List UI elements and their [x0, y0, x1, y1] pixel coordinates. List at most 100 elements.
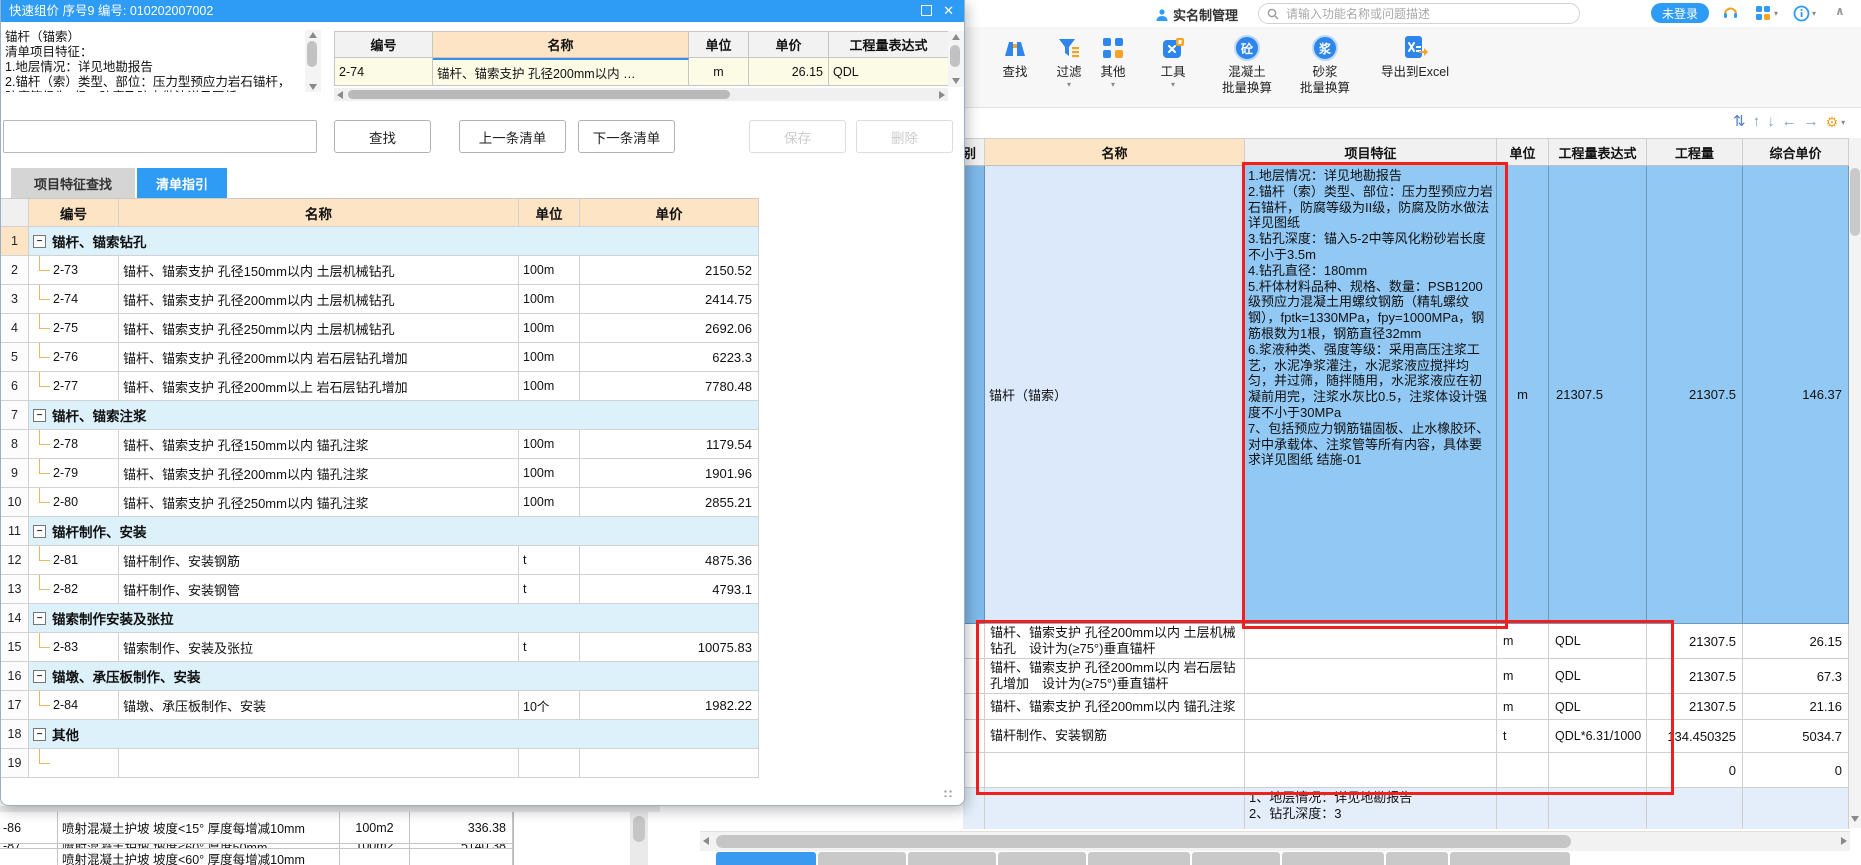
close-icon[interactable]: ✕ — [943, 2, 954, 20]
name-cell[interactable]: 锚杆、锚索支护 孔径150mm以内 土层机械钻孔 — [119, 256, 519, 285]
unit-cell[interactable]: t — [519, 633, 580, 662]
name-cell[interactable]: 锚杆、锚索支护 孔径200mm以内 岩石层钻孔增加 — [119, 343, 519, 372]
col-header-partial[interactable]: 别 — [963, 139, 985, 166]
code-cell[interactable]: 2-73 — [29, 256, 119, 285]
name-cell[interactable]: 喷射混凝土护坡 坡度<15° 厚度每增减10mm — [58, 812, 340, 844]
rownum-cell[interactable]: 15 — [1, 633, 29, 662]
rownum-cell[interactable]: 7 — [1, 401, 29, 430]
price-cell[interactable]: 7780.48 — [580, 372, 759, 401]
tab-feature-search[interactable]: 项目特征查找 — [11, 168, 135, 198]
dialog-title-bar[interactable]: 快速组价 序号9 编号: 010202007002 ✕ — [1, 0, 964, 22]
bill-qty-cell[interactable] — [1647, 788, 1743, 829]
table-row[interactable]: 12 −锚杆制作、安装钢筋 2-81 锚杆制作、安装钢筋 t 4875.36 — [1, 546, 759, 575]
col-header-name[interactable]: 名称 — [433, 32, 689, 58]
tools-button[interactable]: 工具 ▾ — [1151, 32, 1195, 90]
group-name-cell[interactable]: −锚杆、锚索注浆 — [29, 401, 759, 430]
quota-row[interactable]: 锚杆制作、安装钢筋 t QDL*6.31/1000 134.450325 503… — [963, 720, 1849, 753]
scroll-down-icon[interactable] — [309, 84, 317, 90]
name-cell[interactable]: 锚杆制作、安装钢筋 — [119, 546, 519, 575]
group-name-cell[interactable]: −锚索制作安装及张拉 — [29, 604, 759, 633]
code-cell[interactable]: 2-78 — [29, 430, 119, 459]
bill-price-cell[interactable] — [1743, 788, 1849, 829]
unit-cell[interactable]: 100m — [519, 343, 580, 372]
price-cell[interactable]: 2150.52 — [580, 256, 759, 285]
table-row[interactable]: 11 −锚杆制作、安装 锚杆制作、安装 — [1, 517, 759, 546]
unit-cell[interactable]: 100m2 — [340, 812, 410, 844]
quota-unit-cell[interactable]: m — [1497, 694, 1549, 720]
unit-cell[interactable]: 100m — [519, 372, 580, 401]
collapse-minus-icon[interactable]: − — [33, 612, 46, 625]
code-cell[interactable]: -86 — [0, 812, 58, 844]
find-button[interactable]: 查找 — [334, 120, 431, 153]
quota-qty-cell[interactable]: 134.450325 — [1647, 720, 1743, 753]
rownum-cell[interactable]: 16 — [1, 662, 29, 691]
bill-unit-cell[interactable] — [1497, 788, 1549, 829]
col-header-unit[interactable]: 单位 — [689, 32, 749, 58]
quota-row[interactable]: 锚杆、锚索支护 孔径200mm以内 锚孔注浆 m QDL 21307.5 21.… — [963, 694, 1849, 720]
col-header-name[interactable]: 名称 — [985, 139, 1245, 166]
col-header-code[interactable]: 编号 — [335, 32, 433, 58]
unit-cell[interactable]: 100m — [519, 430, 580, 459]
rownum-cell[interactable]: 6 — [1, 372, 29, 401]
quota-feature-cell[interactable] — [1245, 720, 1497, 753]
col-header-price[interactable]: 单价 — [749, 32, 829, 58]
name-cell[interactable]: 喷射混凝土护坡 坡度<60° 厚度每增减10mm — [58, 849, 340, 865]
quota-price-cell[interactable]: 21.16 — [1743, 694, 1849, 720]
collapse-minus-icon[interactable]: − — [33, 670, 46, 683]
rownum-cell[interactable]: 1 — [1, 227, 29, 256]
unit-cell[interactable]: m — [689, 58, 749, 86]
global-search-box[interactable] — [1258, 3, 1580, 24]
prev-bill-button[interactable]: 上一条清单 — [459, 120, 566, 153]
name-cell[interactable]: 锚杆、锚索支护 孔径200mm以内 锚孔注浆 — [119, 459, 519, 488]
scroll-left-icon[interactable] — [337, 91, 343, 99]
unit-cell[interactable]: 100m — [519, 459, 580, 488]
scroll-up-icon[interactable] — [952, 34, 960, 40]
code-cell[interactable]: 2-83 — [29, 633, 119, 662]
rownum-cell[interactable]: 3 — [1, 285, 29, 314]
quota-row[interactable]: 0 0 — [963, 753, 1849, 788]
quota-row[interactable]: 锚杆、锚索支护 孔径200mm以内 土层机械钻孔 设计为(≥75°)垂直锚杆 m… — [963, 624, 1849, 659]
quota-expr-cell[interactable]: QDL — [1549, 659, 1647, 694]
table-row[interactable]: 19 − — [1, 749, 759, 778]
quota-qty-cell[interactable]: 21307.5 — [1647, 694, 1743, 720]
scroll-down-icon[interactable] — [1851, 816, 1859, 822]
quota-feature-cell[interactable] — [1245, 659, 1497, 694]
price-cell[interactable]: 6223.3 — [580, 343, 759, 372]
col-header-qty[interactable]: 工程量 — [1647, 139, 1743, 166]
unit-cell[interactable]: t — [519, 575, 580, 604]
unit-cell[interactable]: 100m — [519, 488, 580, 517]
price-cell[interactable] — [410, 849, 513, 865]
col-header-expr[interactable]: 工程量表达式 — [829, 32, 949, 58]
move-right-icon[interactable]: → — [1804, 112, 1819, 132]
rownum-cell[interactable]: 9 — [1, 459, 29, 488]
scrollbar-thumb[interactable] — [307, 41, 317, 67]
quota-price-cell[interactable]: 67.3 — [1743, 659, 1849, 694]
quota-feature-cell[interactable] — [1245, 694, 1497, 720]
quota-expr-cell[interactable]: QDL — [1549, 624, 1647, 659]
info-icon[interactable] — [1791, 3, 1811, 23]
quota-name-cell[interactable]: 锚杆、锚索支护 孔径200mm以内 锚孔注浆 — [985, 694, 1245, 720]
move-down-icon[interactable]: ↓ — [1767, 112, 1775, 132]
realname-management[interactable]: 实名制管理 — [1155, 5, 1238, 24]
rownum-cell[interactable]: 5 — [1, 343, 29, 372]
bill-unit-cell[interactable]: m — [1497, 166, 1549, 624]
col-header-name[interactable]: 名称 — [119, 199, 519, 227]
table-row[interactable]: 1 −锚杆、锚索钻孔 锚杆、锚索钻孔 — [1, 227, 759, 256]
table-row[interactable]: 3 −锚杆、锚索支护 孔径200mm以内 土层机械钻孔 2-74 锚杆、锚索支护… — [1, 285, 759, 314]
bill-expr-cell[interactable] — [1549, 788, 1647, 829]
quota-unit-cell[interactable] — [1497, 753, 1549, 788]
unit-cell[interactable]: 10个 — [519, 691, 580, 720]
right-table-vertical-scrollbar[interactable] — [1849, 138, 1861, 828]
code-cell[interactable]: 2-74 — [29, 285, 119, 314]
table-row[interactable]: 14 −锚索制作安装及张拉 锚索制作安装及张拉 — [1, 604, 759, 633]
bill-expr-cell[interactable]: 21307.5 — [1549, 166, 1647, 624]
quota-name-cell[interactable]: 锚杆、锚索支护 孔径200mm以内 土层机械钻孔 设计为(≥75°)垂直锚杆 — [985, 624, 1245, 659]
table-row[interactable]: 10 −锚杆、锚索支护 孔径250mm以内 锚孔注浆 2-80 锚杆、锚索支护 … — [1, 488, 759, 517]
collapse-minus-icon[interactable]: − — [33, 525, 46, 538]
collapse-minus-icon[interactable]: − — [33, 409, 46, 422]
delete-button[interactable]: 删除 — [856, 120, 953, 153]
quota-unit-cell[interactable]: m — [1497, 624, 1549, 659]
price-cell[interactable]: 336.38 — [410, 812, 513, 844]
col-header-unit[interactable]: 单位 — [1497, 139, 1549, 166]
bill-name-cell[interactable]: 锚杆（锚索） — [985, 166, 1245, 624]
